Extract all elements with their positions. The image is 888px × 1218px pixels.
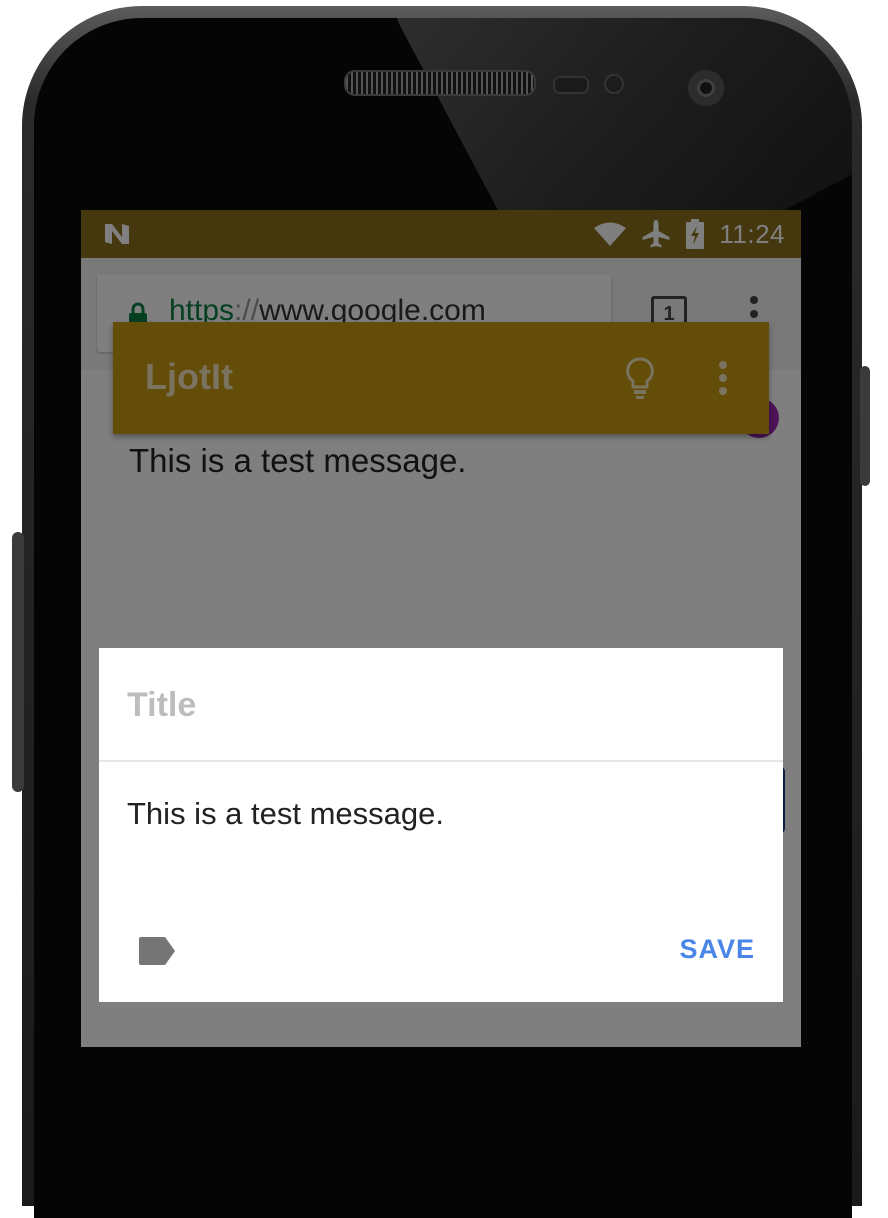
title-input[interactable]: Title: [127, 686, 196, 725]
note-body-input[interactable]: This is a test message.: [127, 796, 444, 832]
earpiece-speaker: [344, 70, 536, 96]
proximity-sensor: [553, 76, 589, 94]
power-button: [860, 366, 870, 486]
label-tag-icon[interactable]: [137, 936, 177, 966]
save-button[interactable]: SAVE: [679, 934, 755, 965]
screen: https://www.google.com 1 This is a test …: [81, 210, 801, 1047]
front-camera: [688, 70, 724, 106]
light-sensor: [604, 74, 624, 94]
dialog-divider: [99, 760, 783, 762]
note-dialog: Title This is a test message. SAVE: [99, 648, 783, 1002]
volume-button: [12, 532, 24, 792]
